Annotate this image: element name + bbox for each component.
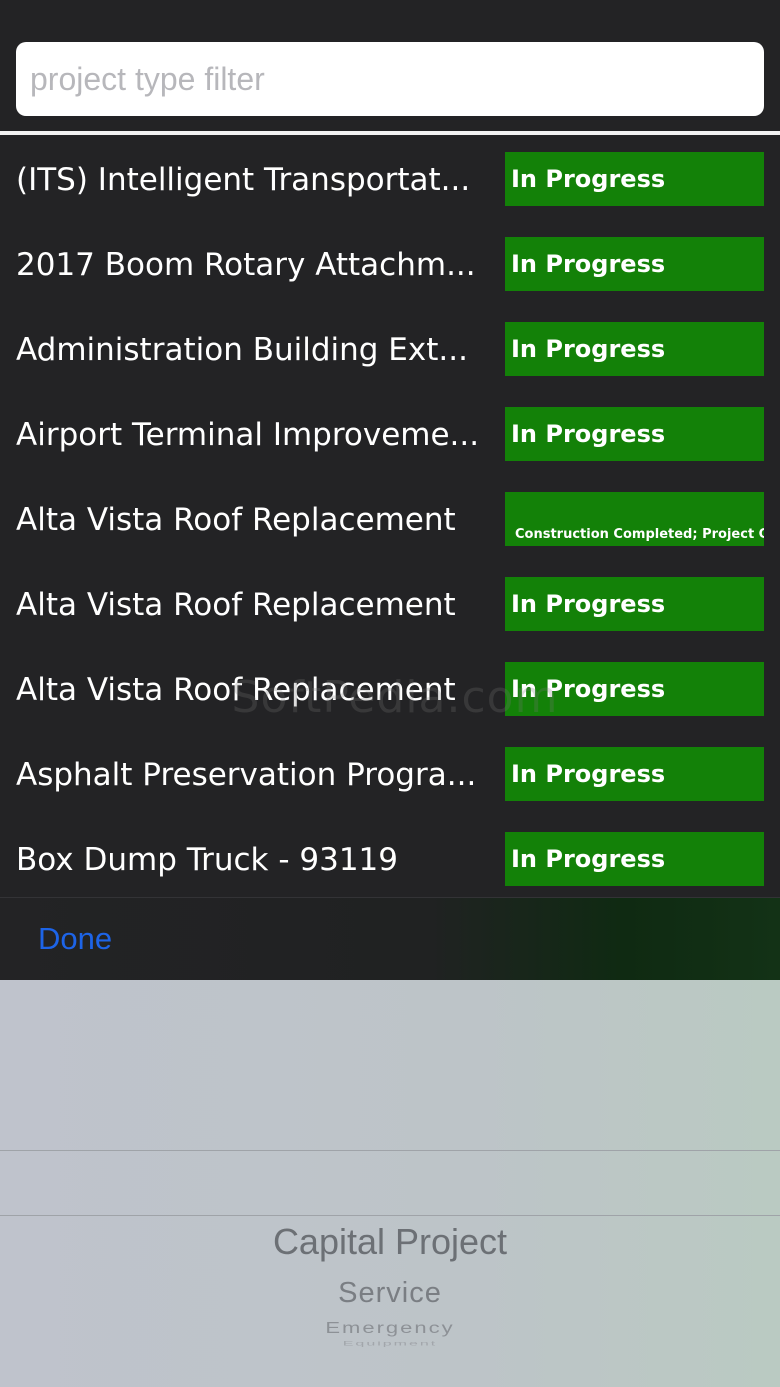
done-button[interactable]: Done: [38, 898, 112, 981]
picker-toolbar: Done: [0, 897, 780, 980]
project-title: Alta Vista Roof Replacement: [16, 672, 456, 708]
project-title: Asphalt Preservation Progra...: [16, 757, 477, 793]
project-type-filter-input[interactable]: [16, 42, 764, 116]
picker-selection-line-top: [0, 1150, 780, 1151]
picker-selection-line-bottom: [0, 1215, 780, 1216]
status-badge: Construction Completed; Project Cl: [505, 492, 764, 546]
picker-option[interactable]: Emergency: [0, 1319, 780, 1337]
project-title: Box Dump Truck - 93119: [16, 842, 399, 878]
status-badge: In Progress: [505, 832, 764, 886]
list-item[interactable]: (ITS) Intelligent Transportat... In Prog…: [0, 140, 780, 225]
list-item[interactable]: Alta Vista Roof Replacement In Progress: [0, 565, 780, 650]
list-item[interactable]: Asphalt Preservation Progra... In Progre…: [0, 735, 780, 820]
project-title: 2017 Boom Rotary Attachm...: [16, 247, 476, 283]
list-item[interactable]: Administration Building Ext... In Progre…: [0, 310, 780, 395]
list-item[interactable]: Alta Vista Roof Replacement In Progress: [0, 650, 780, 735]
status-badge: In Progress: [505, 577, 764, 631]
project-list[interactable]: (ITS) Intelligent Transportat... In Prog…: [0, 135, 780, 897]
status-badge: In Progress: [505, 237, 764, 291]
project-title: Alta Vista Roof Replacement: [16, 587, 456, 623]
status-badge: In Progress: [505, 152, 764, 206]
project-title: Airport Terminal Improveme...: [16, 417, 480, 453]
project-title: Alta Vista Roof Replacement: [16, 502, 456, 538]
status-badge: In Progress: [505, 407, 764, 461]
search-header: [0, 0, 780, 132]
list-item[interactable]: Alta Vista Roof Replacement Construction…: [0, 480, 780, 565]
picker-option-selected[interactable]: Capital Project: [0, 1220, 780, 1264]
status-badge: In Progress: [505, 662, 764, 716]
project-type-picker[interactable]: Capital Project Service Emergency Equipm…: [0, 980, 780, 1387]
status-badge: In Progress: [505, 747, 764, 801]
project-title: Administration Building Ext...: [16, 332, 468, 368]
project-title: (ITS) Intelligent Transportat...: [16, 162, 471, 198]
list-item[interactable]: Airport Terminal Improveme... In Progres…: [0, 395, 780, 480]
list-item[interactable]: Box Dump Truck - 93119 In Progress: [0, 820, 780, 905]
list-item[interactable]: 2017 Boom Rotary Attachm... In Progress: [0, 225, 780, 310]
status-badge: In Progress: [505, 322, 764, 376]
picker-option[interactable]: Equipment: [0, 1341, 780, 1347]
picker-option[interactable]: Service: [0, 1276, 780, 1310]
